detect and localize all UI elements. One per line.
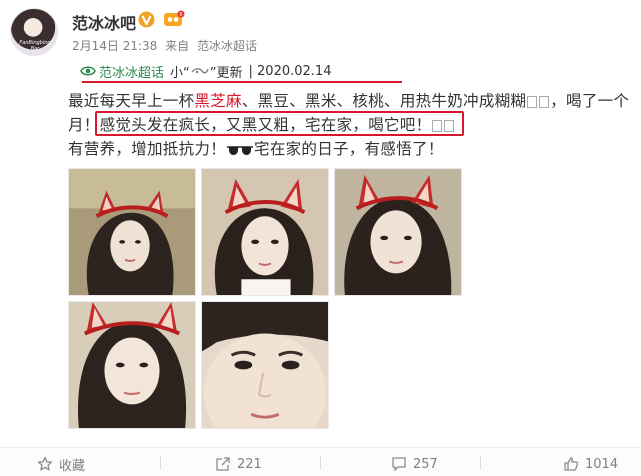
topic-row: 范冰冰超话 小“ ”更新 | 2020.02.14 <box>80 62 332 81</box>
like-count: 1014 <box>585 456 619 472</box>
post-text-line-1: 最近每天早上一杯黑芝麻、黑豆、黑米、核桃、用热牛奶冲成糊糊 ，喝了一个 <box>68 91 629 111</box>
divider <box>480 456 481 470</box>
ice-emoji-icon <box>191 68 209 74</box>
repost-button[interactable]: 221 <box>215 455 262 473</box>
action-bar: 收藏 221 257 1014 <box>0 447 641 476</box>
repost-count: 221 <box>237 456 262 472</box>
post-time[interactable]: 2月14日 21:38 <box>72 39 157 53</box>
post-text-line-3: 有营养，增加抵抗力！ 宅在家的日子，有感悟了！ <box>68 139 444 159</box>
photo-4-image <box>69 302 195 428</box>
avatar-signature: FanBingbing Bar <box>19 40 51 52</box>
post-photo-5[interactable] <box>201 301 329 429</box>
super-topic-icon <box>80 66 96 76</box>
thumbs-up-icon <box>564 457 579 471</box>
photo-5-image <box>202 302 328 428</box>
post-source[interactable]: 范冰冰超话 <box>197 39 257 53</box>
comment-count: 257 <box>413 456 438 472</box>
topic-prefix: 小“ <box>170 65 190 81</box>
photo-1-image <box>69 169 195 295</box>
red-underline-annotation <box>82 81 402 83</box>
favorite-label: 收藏 <box>59 458 86 474</box>
post-text-1b: 、黑豆、黑米、核桃、用热牛奶冲成糊糊 <box>241 92 527 110</box>
post-highlight-black-sesame: 黑芝麻 <box>194 92 242 110</box>
post-photo-4[interactable] <box>68 301 196 429</box>
post-text-3b: 宅在家的日子，有感悟了！ <box>254 140 444 158</box>
red-box-annotation <box>95 111 464 136</box>
comment-icon <box>392 457 406 471</box>
post-text-3a: 有营养，增加抵抗力！ <box>68 140 227 158</box>
photo-2-image <box>202 169 328 295</box>
photo-3-image <box>335 169 461 295</box>
avatar[interactable]: FanBingbing Bar <box>10 8 58 56</box>
member-level-icon[interactable]: 6 <box>163 10 185 28</box>
post-photo-1[interactable] <box>68 168 196 296</box>
author-name[interactable]: 范冰冰吧 <box>72 10 136 34</box>
topic-date: | 2020.02.14 <box>248 63 332 79</box>
verified-icon <box>138 11 155 28</box>
divider <box>320 456 321 470</box>
emoji-placeholder-icon <box>526 92 550 110</box>
post-photo-3[interactable] <box>334 168 462 296</box>
post-text-1a: 最近每天早上一杯 <box>68 92 195 110</box>
source-prefix: 来自 <box>165 39 190 53</box>
favorite-button[interactable]: 收藏 <box>37 455 86 474</box>
sunglasses-emoji-icon <box>227 145 254 155</box>
super-topic-link[interactable]: 范冰冰超话 <box>99 62 164 81</box>
post-text-1c: ，喝了一个 <box>550 92 630 110</box>
star-icon <box>37 456 53 471</box>
post-meta: 2月14日 21:38 来自 范冰冰超话 <box>72 37 257 54</box>
share-icon <box>216 457 230 471</box>
like-button[interactable]: 1014 <box>563 455 618 473</box>
svg-text:6: 6 <box>179 12 182 18</box>
divider <box>160 456 161 470</box>
comment-button[interactable]: 257 <box>391 455 438 473</box>
post-photo-2[interactable] <box>201 168 329 296</box>
topic-suffix: ”更新 <box>209 65 243 81</box>
